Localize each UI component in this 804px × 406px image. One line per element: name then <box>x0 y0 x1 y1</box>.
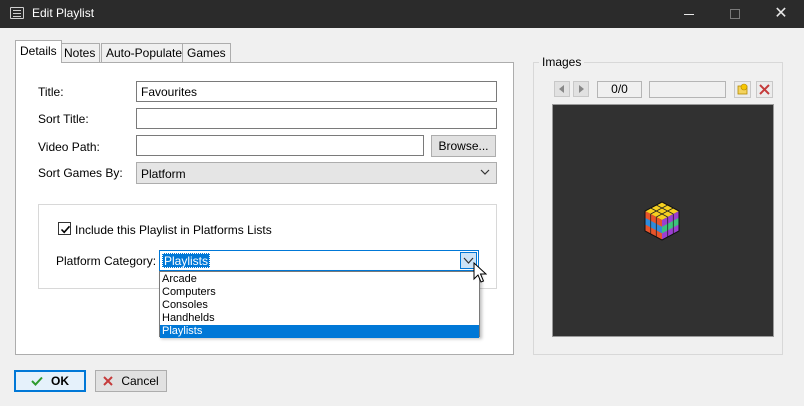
arrow-right-icon <box>579 85 584 93</box>
image-type-field <box>649 81 726 98</box>
rubiks-cube-icon <box>644 201 680 241</box>
window-title: Edit Playlist <box>32 6 95 20</box>
cancel-label: Cancel <box>121 374 159 388</box>
sort-games-value: Platform <box>141 167 186 181</box>
video-path-label: Video Path: <box>38 140 100 154</box>
image-preview <box>552 104 774 337</box>
close-icon: ✕ <box>774 5 788 22</box>
list-item[interactable]: Arcade <box>160 273 479 286</box>
close-button[interactable]: ✕ <box>758 0 804 28</box>
images-legend: Images <box>539 55 585 69</box>
checkmark-icon <box>60 225 71 234</box>
sort-games-select[interactable]: Platform <box>136 162 497 184</box>
tab-auto-populate[interactable]: Auto-Populate <box>101 43 188 62</box>
cancel-button[interactable]: Cancel <box>95 370 167 392</box>
maximize-icon <box>730 9 740 19</box>
tab-notes[interactable]: Notes <box>59 43 101 62</box>
chevron-down-icon <box>480 169 490 175</box>
cancel-icon <box>103 376 114 386</box>
list-item[interactable]: Computers <box>160 286 479 299</box>
tab-games[interactable]: Games <box>182 43 231 62</box>
arrow-left-icon <box>559 85 564 93</box>
list-item[interactable]: Consoles <box>160 299 479 312</box>
previous-image-button[interactable] <box>554 81 570 97</box>
platform-category-select[interactable]: Playlists <box>159 250 479 271</box>
title-bar: Edit Playlist ✕ <box>0 0 804 28</box>
window-icon <box>10 7 24 19</box>
include-playlist-checkbox[interactable] <box>58 222 71 235</box>
video-path-field[interactable] <box>136 135 424 156</box>
remove-icon <box>759 84 770 95</box>
list-item[interactable]: Handhelds <box>160 312 479 325</box>
minimize-button[interactable] <box>666 0 712 28</box>
tab-details[interactable]: Details <box>15 40 62 63</box>
include-playlist-label: Include this Playlist in Platforms Lists <box>75 223 272 237</box>
sort-games-label: Sort Games By: <box>38 166 123 180</box>
next-image-button[interactable] <box>573 81 589 97</box>
platform-category-options: Arcade Computers Consoles Handhelds Play… <box>159 271 480 338</box>
checkmark-icon <box>31 376 43 386</box>
image-counter: 0/0 <box>597 81 642 98</box>
list-item-selected[interactable]: Playlists <box>160 325 479 338</box>
remove-image-button[interactable] <box>756 81 773 98</box>
platform-category-value: Playlists <box>162 253 211 268</box>
mouse-cursor-icon <box>473 262 487 283</box>
browse-button[interactable]: Browse... <box>431 135 496 157</box>
add-image-icon <box>737 83 748 95</box>
title-field[interactable]: Favourites <box>136 81 497 102</box>
title-label: Title: <box>38 85 64 99</box>
ok-button[interactable]: OK <box>14 370 86 392</box>
platform-category-label: Platform Category: <box>56 254 157 268</box>
sort-title-label: Sort Title: <box>38 112 89 126</box>
ok-label: OK <box>51 374 69 388</box>
maximize-button[interactable] <box>712 0 758 28</box>
minimize-icon <box>684 13 694 15</box>
sort-title-field[interactable] <box>136 108 497 129</box>
add-image-button[interactable] <box>734 81 751 98</box>
